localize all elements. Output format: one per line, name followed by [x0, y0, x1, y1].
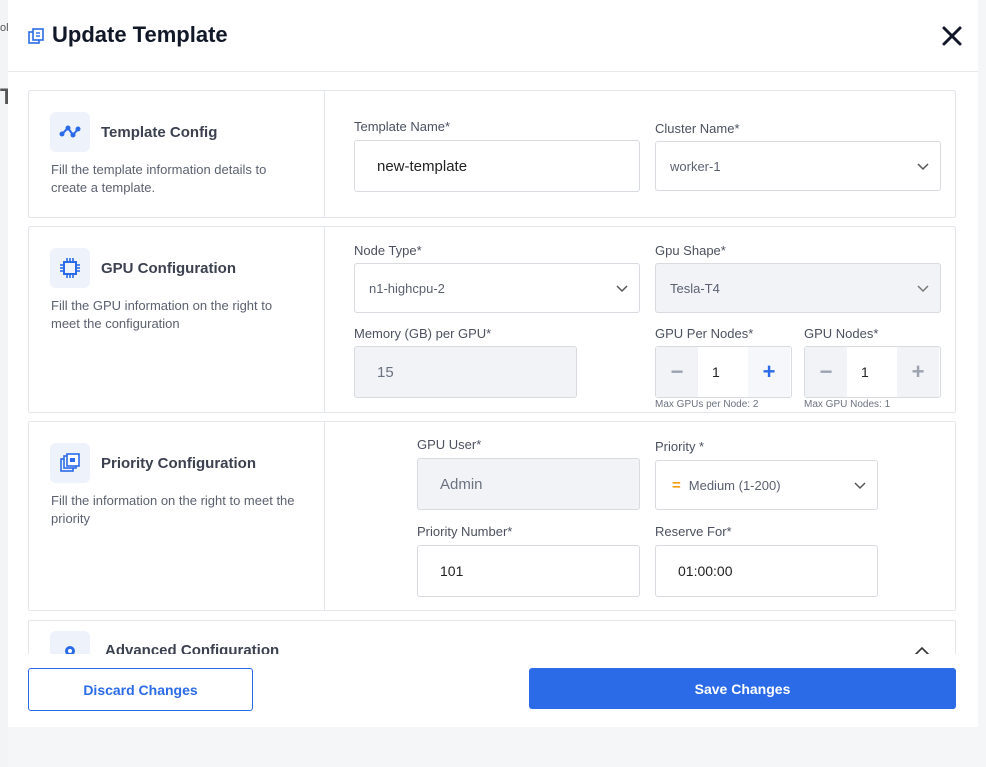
node-type-label: Node Type* [354, 243, 422, 258]
gpu-per-nodes-label: GPU Per Nodes* [655, 326, 754, 341]
priority-number-label: Priority Number* [417, 524, 513, 539]
gpu-shape-select[interactable]: Tesla-T4 [655, 263, 941, 313]
gpu-configuration-section: GPU Configuration Fill the GPU informati… [28, 226, 956, 413]
chevron-down-icon [616, 285, 628, 293]
reserve-for-input[interactable]: 01:00:00 [655, 545, 878, 597]
chip-icon [50, 248, 90, 288]
increment-button[interactable]: + [897, 347, 939, 397]
gpu-user-label: GPU User* [417, 437, 482, 452]
template-config-section: Template Config Fill the template inform… [28, 90, 956, 218]
gpu-nodes-value[interactable]: 1 [847, 347, 897, 397]
modal-title: Update Template [52, 22, 228, 47]
priority-configuration-section: Priority Configuration Fill the informat… [28, 421, 956, 611]
background-app-edge: ol T [0, 0, 13, 767]
priority-stack-icon [50, 443, 90, 483]
gpu-per-nodes-hint: Max GPUs per Node: 2 [655, 399, 759, 410]
cluster-name-label: Cluster Name* [655, 121, 740, 136]
section-description: Fill the information on the right to mee… [51, 493, 295, 526]
gpu-shape-value: Tesla-T4 [670, 280, 720, 296]
section-info: Template Config Fill the template inform… [29, 91, 325, 217]
node-type-value: n1-highcpu-2 [369, 280, 445, 296]
cluster-name-value: worker-1 [670, 158, 721, 174]
memory-input[interactable]: 15 [354, 346, 577, 398]
gpu-per-nodes-value[interactable]: 1 [698, 347, 748, 397]
increment-button[interactable]: + [748, 347, 790, 397]
gpu-nodes-label: GPU Nodes* [804, 326, 879, 341]
close-icon[interactable] [938, 22, 966, 50]
gpu-user-input[interactable]: Admin [417, 458, 640, 510]
priority-value: Medium (1-200) [688, 477, 781, 493]
decrement-button[interactable]: − [656, 347, 698, 397]
node-type-select[interactable]: n1-highcpu-2 [354, 263, 640, 313]
gpu-shape-label: Gpu Shape* [655, 243, 726, 258]
chevron-down-icon [854, 482, 866, 490]
update-template-modal: Update Template Template Config Fill the… [8, 0, 978, 727]
modal-footer: Discard Changes Save Changes [8, 654, 978, 727]
section-description: Fill the GPU information on the right to… [51, 298, 273, 331]
priority-medium-icon: = [672, 476, 681, 494]
section-info: GPU Configuration Fill the GPU informati… [29, 227, 325, 412]
chevron-down-icon [917, 285, 929, 293]
decrement-button[interactable]: − [805, 347, 847, 397]
gpu-per-nodes-stepper: − 1 + [655, 346, 792, 398]
priority-select[interactable]: = Medium (1-200) [655, 460, 878, 510]
gpu-nodes-hint: Max GPU Nodes: 1 [804, 399, 891, 410]
template-config-icon [50, 112, 90, 152]
reserve-for-label: Reserve For* [655, 524, 732, 539]
priority-number-input[interactable]: 101 [417, 545, 640, 597]
memory-label: Memory (GB) per GPU* [354, 326, 492, 341]
section-title: Priority Configuration [101, 455, 256, 472]
template-name-input[interactable]: new-template [354, 140, 640, 192]
modal-header: Update Template [8, 0, 978, 72]
priority-label: Priority * [655, 439, 705, 454]
cluster-name-select[interactable]: worker-1 [655, 141, 941, 191]
gpu-nodes-stepper: − 1 + [804, 346, 941, 398]
discard-changes-button[interactable]: Discard Changes [28, 668, 253, 711]
template-copy-icon [28, 28, 44, 44]
section-title: GPU Configuration [101, 260, 236, 277]
save-changes-button[interactable]: Save Changes [529, 668, 956, 709]
section-info: Priority Configuration Fill the informat… [29, 422, 325, 610]
section-description: Fill the template information details to… [51, 162, 267, 195]
section-title: Template Config [101, 124, 218, 141]
template-name-label: Template Name* [354, 119, 451, 134]
chevron-down-icon [917, 163, 929, 171]
